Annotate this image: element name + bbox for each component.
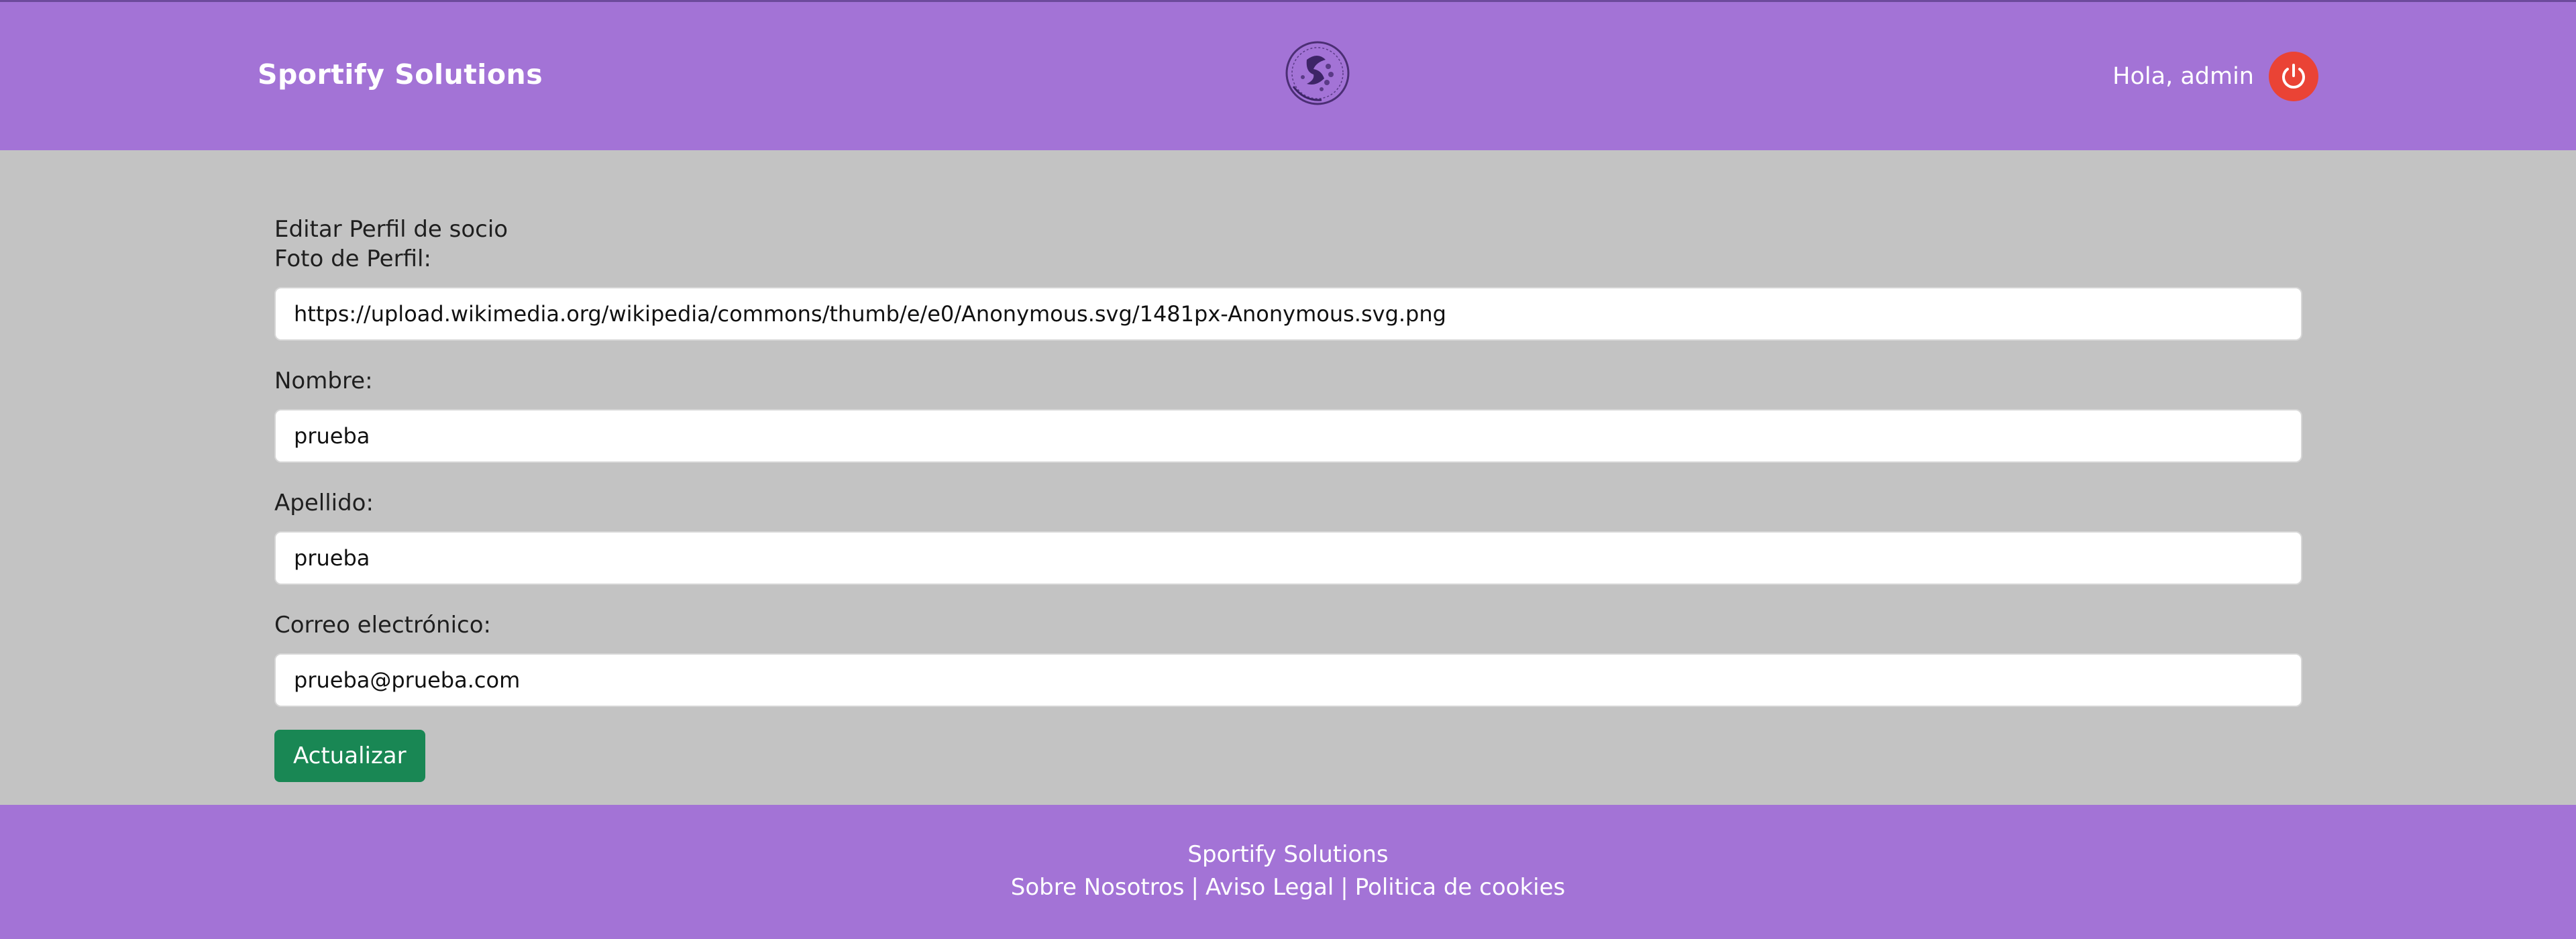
power-icon [2282, 64, 2305, 89]
footer-links: Sobre Nosotros | Aviso Legal | Politica de c… [0, 873, 2576, 902]
user-area: Hola, admin [2112, 51, 2318, 102]
name-input[interactable] [274, 409, 2302, 463]
user-greeting: Hola, admin [2112, 63, 2254, 90]
photo-label: Foto de Perfil: [274, 245, 431, 272]
site-header: Sportify Solutions Hola, admin [0, 2, 2576, 150]
footer-link-legal[interactable]: Aviso Legal [1205, 874, 1334, 901]
footer-separator: | [1191, 874, 1199, 901]
email-label: Correo electrónico: [274, 612, 491, 639]
name-label: Nombre: [274, 368, 373, 394]
logout-button[interactable] [2269, 52, 2318, 101]
surname-label: Apellido: [274, 490, 374, 516]
photo-url-input[interactable] [274, 287, 2302, 341]
sportify-globe-logo[interactable] [1284, 40, 1351, 107]
form-title: Editar Perfil de socio [274, 216, 508, 243]
edit-profile-form: Editar Perfil de socio Foto de Perfil: N… [274, 215, 2302, 782]
email-input[interactable] [274, 653, 2302, 707]
footer-link-cookies[interactable]: Politica de cookies [1355, 874, 1565, 901]
brand-title[interactable]: Sportify Solutions [258, 58, 543, 91]
main-content: Editar Perfil de socio Foto de Perfil: N… [0, 150, 2576, 805]
site-footer: Sportify Solutions Sobre Nosotros | Aviso … [0, 805, 2576, 939]
footer-separator: | [1340, 874, 1348, 901]
footer-link-about[interactable]: Sobre Nosotros [1011, 874, 1185, 901]
footer-brand: Sportify Solutions [1187, 841, 1389, 868]
update-button[interactable]: Actualizar [274, 730, 425, 782]
surname-input[interactable] [274, 531, 2302, 585]
